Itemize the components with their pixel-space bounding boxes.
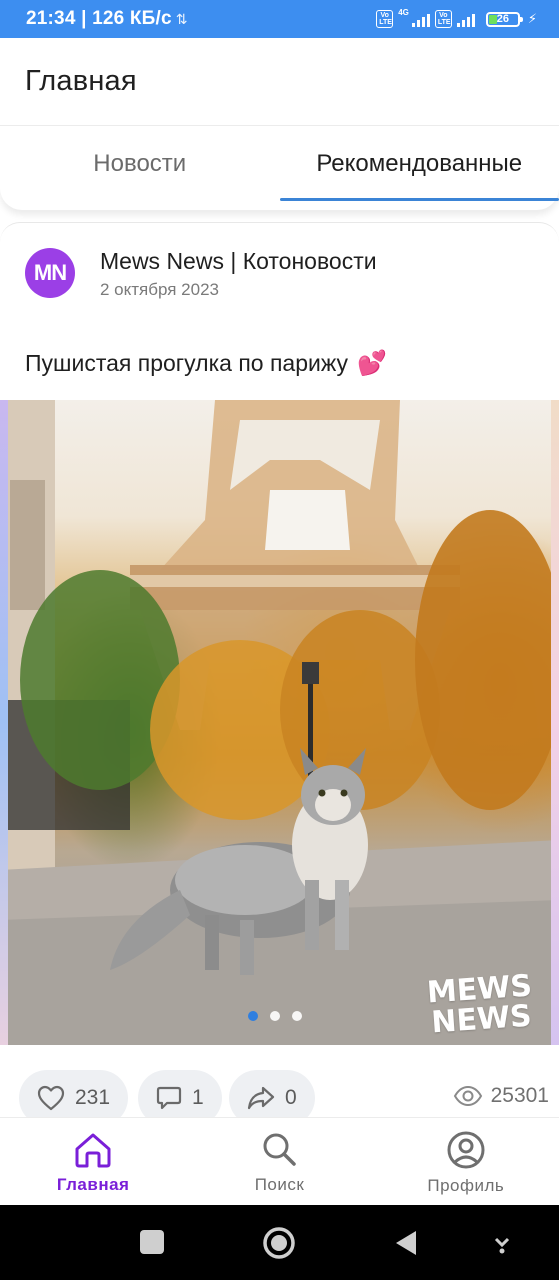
- app-bar: Главная: [0, 38, 559, 126]
- comment-icon: [156, 1086, 182, 1110]
- comment-count: 1: [192, 1086, 204, 1109]
- post-date: 2 октября 2023: [100, 280, 219, 299]
- avatar[interactable]: MN: [25, 248, 75, 298]
- image-edge-left: [0, 400, 8, 1045]
- tab-news[interactable]: Новости: [0, 126, 280, 210]
- heart-icon: [37, 1085, 65, 1111]
- carousel-dot-2[interactable]: [270, 1011, 280, 1021]
- nav-home-label: Главная: [56, 1174, 130, 1194]
- volte-icon-2: Vo LTE: [434, 10, 452, 28]
- signal-icon: [411, 12, 430, 27]
- nav-search-label: Поиск: [254, 1174, 305, 1194]
- feed-tabs: Новости Рекомендованные: [0, 126, 559, 210]
- cat-eiffel-photo-icon: [0, 400, 559, 1045]
- home-icon: [75, 1133, 111, 1167]
- nav-profile-label: Профиль: [427, 1175, 505, 1195]
- nav-home[interactable]: Главная: [0, 1118, 186, 1205]
- signal-icon-2: [456, 12, 475, 27]
- page-title: Главная: [25, 65, 137, 97]
- post-text: Пушистая прогулка по парижу 💕: [25, 349, 387, 378]
- image-edge-right: [551, 400, 559, 1045]
- volte-icon: Vo LTE: [376, 10, 394, 28]
- status-time: 21:34 | 126 КБ/с: [26, 8, 172, 29]
- post-card: MN Mews News | Котоновости 2 октября 202…: [0, 222, 559, 1126]
- battery-level: 26: [496, 13, 509, 25]
- bottom-navigation: Главная Поиск Профиль: [0, 1117, 559, 1205]
- nav-search[interactable]: Поиск: [186, 1118, 372, 1205]
- tab-recommended[interactable]: Рекомендованные: [279, 126, 559, 210]
- home-button-icon[interactable]: [262, 1226, 296, 1260]
- search-icon: [263, 1133, 297, 1166]
- post-header: MN Mews News | Котоновости 2 октября 202…: [25, 247, 377, 300]
- view-count: 25301: [490, 1084, 549, 1107]
- status-bar: 21:34 | 126 КБ/с ⇅ Vo LTE 4G Vo LTE 26 ⚡: [0, 0, 559, 38]
- hide-keyboard-icon[interactable]: [492, 1233, 512, 1255]
- like-count: 231: [75, 1086, 111, 1109]
- charging-icon: ⚡: [527, 11, 537, 26]
- share-count: 0: [285, 1086, 297, 1109]
- carousel-dot-1[interactable]: [248, 1011, 258, 1021]
- post-image[interactable]: MEWS NEWS: [0, 400, 559, 1045]
- recent-apps-icon[interactable]: [139, 1229, 165, 1255]
- profile-icon: [447, 1131, 485, 1168]
- back-icon[interactable]: [394, 1230, 418, 1256]
- eye-icon: [453, 1086, 482, 1106]
- watermark-logo: MEWS NEWS: [425, 968, 534, 1041]
- carousel-indicator: [248, 1011, 302, 1021]
- battery-icon: 26: [485, 11, 523, 27]
- system-navigation-bar: [0, 1205, 559, 1280]
- post-text-body: Пушистая прогулка по парижу: [25, 350, 348, 376]
- view-counter: 25301: [453, 1084, 549, 1108]
- data-transfer-icon: ⇅: [175, 10, 188, 27]
- carousel-dot-3[interactable]: [292, 1011, 302, 1021]
- two-hearts-icon: 💕: [357, 350, 388, 377]
- network-type: 4G: [398, 8, 409, 17]
- share-icon: [247, 1086, 275, 1110]
- nav-profile[interactable]: Профиль: [373, 1118, 559, 1205]
- author-name[interactable]: Mews News | Котоновости: [100, 247, 377, 275]
